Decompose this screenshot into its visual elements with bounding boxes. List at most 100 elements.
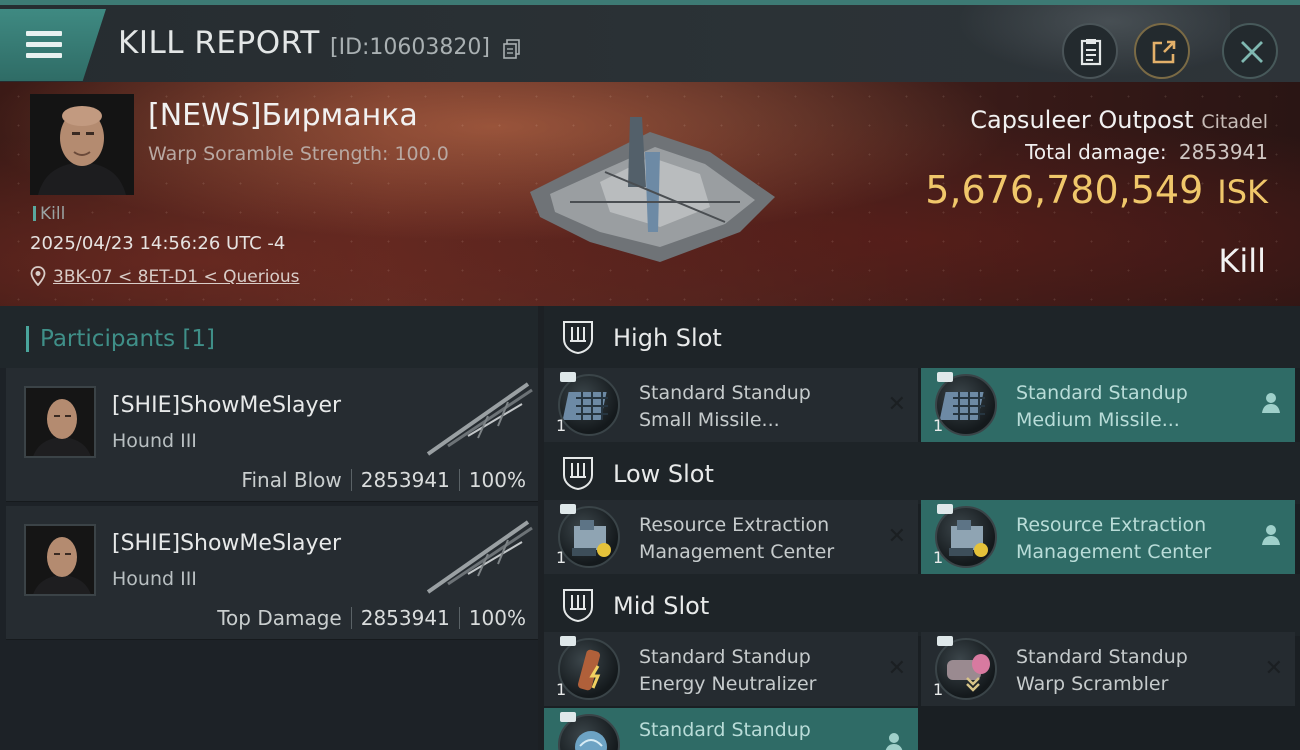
module-item[interactable]: 1 Standard Standup Medium Missile...: [921, 368, 1295, 442]
participant-avatar: [24, 524, 96, 596]
participant-name: [SHIE]ShowMeSlayer: [112, 393, 342, 418]
module-quantity: 1: [556, 548, 567, 567]
module-item[interactable]: 1 Standard Standup Energy Neutralizer ✕: [544, 632, 918, 706]
destroyed-icon: ✕: [887, 392, 906, 417]
victim-name[interactable]: [NEWS]Бирманка: [148, 98, 418, 133]
warp-scrambler-icon: [935, 638, 997, 700]
module-quantity: 1: [933, 416, 944, 435]
module-name: Standard Standup Small Missile...: [639, 380, 889, 434]
isk-amount: 5,676,780,549: [925, 168, 1204, 212]
participant-row[interactable]: [SHIE]ShowMeSlayer Hound III Final Blow 2…: [6, 368, 538, 502]
participant-ship: Hound III: [112, 568, 197, 590]
mid-slot-icon: [563, 589, 593, 623]
module-quantity: 1: [556, 680, 567, 699]
participant-role: Top Damage: [217, 606, 342, 630]
participant-ship-image: [426, 520, 533, 594]
clipboard-button[interactable]: [1062, 23, 1118, 79]
module-name-line2: Energy Neutralizer: [639, 673, 817, 695]
kill-tag: Kill: [33, 204, 65, 224]
warp-scramble-strength: Warp Soramble Strength: 100.0: [148, 143, 449, 165]
isk-value: 5,676,780,549 ISK: [925, 168, 1268, 212]
module-item[interactable]: Standard Standup: [544, 708, 918, 750]
participant-stats: Top Damage 2853941 100%: [217, 606, 526, 630]
module-quantity: 1: [556, 416, 567, 435]
destroyed-icon: ✕: [887, 656, 906, 681]
module-name-line1: Standard Standup: [1016, 382, 1188, 404]
module-name: Standard Standup Warp Scrambler: [1016, 644, 1266, 698]
module-item[interactable]: 1 Standard Standup Small Missile... ✕: [544, 368, 918, 442]
module-quantity: 1: [933, 680, 944, 699]
module-name-line1: Standard Standup: [1016, 646, 1188, 668]
total-damage: Total damage: 2853941: [1025, 140, 1268, 164]
pilot-avatar: [30, 94, 134, 195]
module-name-line2: Small Missile...: [639, 409, 780, 431]
dropped-person-icon: [885, 733, 903, 750]
module-quantity: 1: [933, 548, 944, 567]
page-title: KILL REPORT: [118, 25, 320, 61]
total-damage-label: Total damage:: [1025, 140, 1167, 164]
location-link[interactable]: 3BK-07 < 8ET-D1 < Querious: [53, 267, 300, 287]
dropped-person-icon: [1262, 525, 1280, 545]
module-name-line1: Resource Extraction: [1016, 514, 1207, 536]
high-slot-header: High Slot: [544, 306, 1300, 368]
participant-avatar: [24, 386, 96, 458]
participant-damage: 2853941: [360, 468, 450, 492]
hamburger-icon: [26, 31, 62, 59]
close-button[interactable]: [1222, 23, 1278, 79]
high-slot-icon: [563, 321, 593, 355]
module-name-line2: Medium Missile...: [1016, 409, 1180, 431]
participant-name: [SHIE]ShowMeSlayer: [112, 531, 342, 556]
ship-class: Citadel: [1201, 111, 1268, 133]
victim-portrait[interactable]: [30, 94, 134, 195]
module-name: Standard Standup Energy Neutralizer: [639, 644, 889, 698]
participants-panel: Participants [1] [SHIE]ShowMeSlayer Houn…: [0, 306, 538, 750]
mid-slot-label: Mid Slot: [613, 592, 710, 620]
missile-launcher-icon: [558, 374, 620, 436]
module-item[interactable]: 1 Resource Extraction Management Center: [921, 500, 1295, 574]
extraction-center-icon: [935, 506, 997, 568]
kill-result: Kill: [1218, 242, 1266, 280]
meta-level-icon: [560, 504, 576, 514]
meta-level-icon: [937, 504, 953, 514]
meta-level-icon: [560, 372, 576, 382]
participant-percent: 100%: [468, 606, 526, 630]
participant-row[interactable]: [SHIE]ShowMeSlayer Hound III Top Damage 2…: [6, 506, 538, 640]
dropped-person-icon: [1262, 393, 1280, 413]
module-name-line2: Management Center: [1016, 541, 1212, 563]
meta-level-icon: [560, 636, 576, 646]
module-name: Resource Extraction Management Center: [639, 512, 889, 566]
module-name: Standard Standup: [639, 717, 889, 744]
kill-timestamp: 2025/04/23 14:56:26 UTC -4: [30, 233, 286, 254]
mid-slot-header: Mid Slot: [544, 574, 1300, 636]
module-item[interactable]: 1 Standard Standup Warp Scrambler ✕: [921, 632, 1295, 706]
high-slot-label: High Slot: [613, 324, 722, 352]
participant-stats: Final Blow 2853941 100%: [241, 468, 526, 492]
victim-ship-name[interactable]: Capsuleer Outpost Citadel: [970, 106, 1268, 134]
destroyed-icon: ✕: [1264, 656, 1283, 681]
fitting-panel: High Slot 1 Standard Standup Small Missi…: [544, 306, 1300, 750]
clipboard-icon: [1080, 39, 1102, 66]
participant-role: Final Blow: [241, 468, 342, 492]
meta-level-icon: [937, 636, 953, 646]
victim-ship-image: [530, 117, 775, 262]
low-slot-icon: [563, 457, 593, 491]
module-item[interactable]: 1 Resource Extraction Management Center …: [544, 500, 918, 574]
share-button[interactable]: [1134, 23, 1190, 79]
module-name-line2: Warp Scrambler: [1016, 673, 1169, 695]
menu-button[interactable]: [0, 9, 106, 81]
report-id: [ID:10603820]: [330, 35, 490, 60]
module-name-line2: Management Center: [639, 541, 835, 563]
module-name-line1: Standard Standup: [639, 719, 811, 741]
low-slot-label: Low Slot: [613, 460, 714, 488]
low-slot-header: Low Slot: [544, 442, 1300, 504]
missile-launcher-icon: [935, 374, 997, 436]
copy-icon[interactable]: [503, 39, 521, 59]
participant-ship-image: [426, 382, 533, 456]
location-pin-icon: [30, 266, 46, 286]
module-name: Resource Extraction Management Center: [1016, 512, 1266, 566]
module-name-line1: Resource Extraction: [639, 514, 830, 536]
participants-title: Participants [1]: [40, 326, 215, 352]
energy-neutralizer-icon: [558, 638, 620, 700]
meta-level-icon: [937, 372, 953, 382]
victim-banner: [NEWS]Бирманка Warp Soramble Strength: 1…: [0, 82, 1300, 306]
